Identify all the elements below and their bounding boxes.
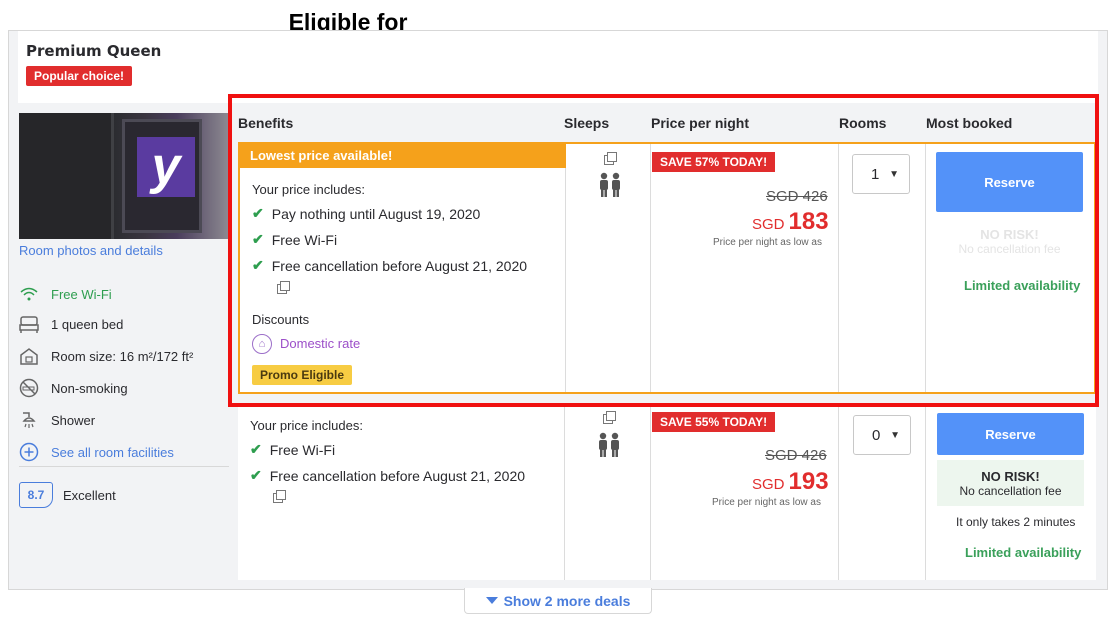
no-risk-box: NO RISK! No cancellation fee [937, 460, 1084, 506]
facility-bed: 1 queen bed [19, 314, 123, 334]
check-icon: ✔ [250, 467, 262, 483]
current-price: SGD 193 [752, 468, 829, 495]
room-photos-link[interactable]: Room photos and details [19, 243, 163, 258]
wifi-icon [19, 284, 39, 304]
facility-label: Shower [51, 412, 96, 428]
no-smoking-icon [19, 378, 39, 398]
external-link-icon[interactable] [603, 411, 616, 424]
facility-label: Non-smoking [51, 380, 128, 396]
facility-label: Room size: 16 m²/172 ft² [51, 348, 194, 364]
facility-wifi: Free Wi-Fi [19, 284, 112, 304]
caret-down-icon [485, 597, 498, 604]
promotion-highlight-box [228, 94, 1099, 407]
save-badge: SAVE 55% TODAY! [652, 412, 776, 432]
divider [19, 466, 229, 467]
review-score: 8.7 [19, 482, 53, 508]
bed-icon [19, 314, 39, 334]
room-header: Premium Queen Popular choice! [18, 31, 1098, 103]
plus-circle-icon [19, 442, 39, 462]
hotel-logo: y [137, 137, 195, 197]
facility-non-smoking: Non-smoking [19, 378, 128, 398]
quick-booking-note: It only takes 2 minutes [956, 515, 1076, 529]
facility-label[interactable]: See all room facilities [51, 445, 174, 460]
review-score-label: Excellent [63, 488, 116, 503]
check-icon: ✔ [250, 441, 262, 457]
popular-badge: Popular choice! [26, 66, 133, 86]
room-size-icon [19, 346, 39, 366]
facility-shower: Shower [19, 410, 95, 430]
facility-label: Free Wi-Fi [51, 286, 112, 302]
chevron-down-icon: ▼ [890, 429, 900, 441]
two-people-icon [597, 432, 621, 464]
facility-room-size: Room size: 16 m²/172 ft² [19, 346, 193, 366]
rooms-select[interactable]: 0 ▼ [853, 415, 911, 455]
original-price: SGD 426 [765, 447, 827, 464]
price-note: Price per night as low as [712, 497, 821, 508]
room-photo[interactable]: y [19, 113, 229, 239]
benefit-item: ✔ Free Wi-Fi [250, 441, 336, 458]
reserve-button[interactable]: Reserve [937, 413, 1084, 455]
limited-availability: Limited availability [965, 545, 1082, 560]
shower-icon [19, 410, 39, 430]
show-more-deals-button[interactable]: Show 2 more deals [464, 588, 652, 614]
deal-row-2: Your price includes: ✔ Free Wi-Fi ✔ Free… [238, 404, 1096, 580]
external-link-icon[interactable] [273, 490, 286, 503]
room-name: Premium Queen [26, 42, 162, 60]
see-all-facilities-link[interactable]: See all room facilities [19, 442, 174, 462]
facility-label: 1 queen bed [51, 316, 124, 332]
benefit-item: ✔ Free cancellation before August 21, 20… [250, 467, 526, 484]
includes-title: Your price includes: [250, 418, 363, 433]
